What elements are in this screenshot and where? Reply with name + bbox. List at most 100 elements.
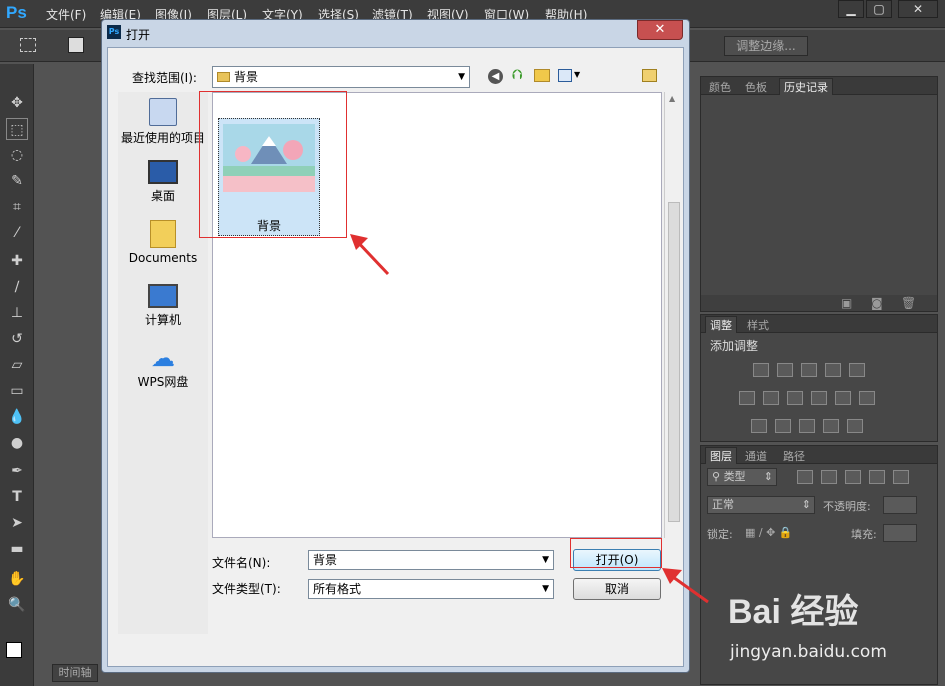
exposure-icon[interactable]	[825, 363, 841, 377]
chevron-down-icon: ⇕	[763, 470, 773, 483]
close-app-button[interactable]: ✕	[898, 0, 938, 18]
color-balance-icon[interactable]	[763, 391, 779, 405]
foreground-color-swatch[interactable]	[6, 642, 22, 658]
chevron-down-icon: ▼	[542, 555, 549, 565]
fill-field[interactable]	[883, 524, 917, 542]
blend-mode-select[interactable]: 正常 ⇕	[707, 496, 815, 514]
cancel-button[interactable]: 取消	[573, 578, 661, 600]
brush-tool-icon[interactable]: ∕	[6, 276, 28, 298]
camera-icon[interactable]: ◙	[871, 296, 883, 310]
marquee-option-icon[interactable]	[20, 38, 36, 52]
filter-adjust-icon[interactable]	[821, 470, 837, 484]
layer-filter-select[interactable]: ⚲ 类型 ⇕	[707, 468, 777, 486]
filetype-label: 文件类型(T):	[212, 582, 281, 596]
blur-tool-icon[interactable]: 💧	[6, 406, 28, 428]
photo-filter-icon[interactable]	[811, 391, 827, 405]
tab-swatches[interactable]: 色板	[745, 79, 767, 95]
filetype-select[interactable]: 所有格式 ▼	[308, 579, 554, 599]
place-documents[interactable]: Documents	[118, 220, 208, 265]
tab-color[interactable]: 颜色	[709, 79, 731, 95]
filename-input[interactable]: 背景 ▼	[308, 550, 554, 570]
vibrance-icon[interactable]	[849, 363, 865, 377]
posterize-icon[interactable]	[775, 419, 791, 433]
dialog-title: 打开	[126, 28, 151, 42]
threshold-icon[interactable]	[799, 419, 815, 433]
channel-mixer-icon[interactable]	[835, 391, 851, 405]
hue-saturation-icon[interactable]	[739, 391, 755, 405]
filter-type-icon[interactable]	[845, 470, 861, 484]
timeline-tab[interactable]: 时间轴	[52, 664, 98, 682]
gradient-map-icon[interactable]	[847, 419, 863, 433]
menu-file[interactable]: 文件(F)	[46, 6, 86, 23]
brightness-icon[interactable]	[753, 363, 769, 377]
stamp-tool-icon[interactable]: ⊥	[6, 302, 28, 324]
new-folder-icon[interactable]	[534, 69, 550, 82]
search-icon: ⚲	[712, 470, 724, 483]
dodge-tool-icon[interactable]: ●	[6, 432, 28, 454]
lookin-select[interactable]: 背景 ▼	[212, 66, 470, 88]
opacity-field[interactable]	[883, 496, 917, 514]
view-menu-icon[interactable]	[558, 69, 572, 82]
eraser-tool-icon[interactable]: ▱	[6, 354, 28, 376]
quick-select-tool-icon[interactable]: ✎	[6, 170, 28, 192]
trash-icon[interactable]: 🗑	[901, 296, 916, 310]
curves-icon[interactable]	[801, 363, 817, 377]
maximize-button[interactable]: ▢	[866, 0, 892, 18]
lock-icons[interactable]: ▦ ∕ ✥ 🔒	[745, 526, 793, 539]
tab-layers[interactable]: 图层	[705, 447, 737, 464]
place-desktop[interactable]: 桌面	[118, 160, 208, 204]
healing-brush-tool-icon[interactable]: ✚	[6, 250, 28, 272]
fill-label: 填充:	[851, 528, 877, 541]
hand-tool-icon[interactable]: ✋	[6, 568, 28, 590]
black-white-icon[interactable]	[787, 391, 803, 405]
history-brush-tool-icon[interactable]: ↺	[6, 328, 28, 350]
color-lookup-icon[interactable]	[859, 391, 875, 405]
highlight-file-box	[199, 91, 347, 238]
type-tool-icon[interactable]: T	[6, 486, 28, 508]
minimize-button[interactable]: ▁	[838, 0, 864, 18]
filter-pixel-icon[interactable]	[797, 470, 813, 484]
photoshop-logo: Ps	[6, 3, 27, 22]
tab-adjustments[interactable]: 调整	[705, 316, 737, 333]
eyedropper-tool-icon[interactable]: ⁄	[6, 222, 28, 244]
tab-channels[interactable]: 通道	[745, 448, 767, 464]
annotation-arrow-icon	[662, 568, 709, 604]
tab-history[interactable]: 历史记录	[779, 78, 833, 95]
place-computer[interactable]: 计算机	[118, 284, 208, 328]
move-tool-icon[interactable]: ✥	[6, 92, 28, 114]
place-wps-cloud[interactable]: ☁ WPS网盘	[118, 346, 208, 390]
tab-paths[interactable]: 路径	[783, 448, 805, 464]
pen-tool-icon[interactable]: ✒	[6, 460, 28, 482]
new-selection-icon[interactable]	[68, 37, 84, 53]
scrollbar-thumb[interactable]	[668, 202, 680, 522]
place-recent[interactable]: 最近使用的项目	[118, 98, 208, 146]
chevron-down-icon[interactable]: ▼	[574, 70, 580, 79]
up-folder-icon[interactable]: ⮉	[512, 67, 528, 83]
chevron-down-icon: ▼	[458, 72, 465, 82]
filter-smart-icon[interactable]	[893, 470, 909, 484]
back-icon[interactable]: ◀	[488, 69, 503, 84]
refine-edge-button[interactable]: 调整边缘...	[724, 36, 808, 56]
favorites-icon[interactable]	[642, 69, 657, 82]
computer-icon	[148, 284, 178, 308]
lasso-tool-icon[interactable]: ◌	[6, 144, 28, 166]
baidu-watermark-logo: Bai 经验	[728, 593, 859, 631]
dialog-close-button[interactable]: ✕	[637, 20, 683, 40]
invert-icon[interactable]	[751, 419, 767, 433]
vertical-scrollbar[interactable]: ▲	[664, 92, 683, 538]
crop-tool-icon[interactable]: ⌗	[6, 196, 28, 218]
desktop-icon	[148, 160, 178, 184]
chevron-down-icon: ⇕	[801, 498, 811, 511]
scroll-up-icon[interactable]: ▲	[669, 94, 675, 103]
zoom-tool-icon[interactable]: 🔍	[6, 594, 28, 616]
gradient-tool-icon[interactable]: ▭	[6, 380, 28, 402]
levels-icon[interactable]	[777, 363, 793, 377]
new-document-icon[interactable]: ▣	[841, 296, 852, 310]
shape-tool-icon[interactable]: ▬	[6, 538, 28, 560]
filter-shape-icon[interactable]	[869, 470, 885, 484]
tab-styles[interactable]: 样式	[747, 317, 769, 333]
marquee-tool-icon[interactable]: ⬚	[6, 118, 28, 140]
path-select-tool-icon[interactable]: ➤	[6, 512, 28, 534]
places-bar: 最近使用的项目 桌面 Documents 计算机 ☁ WPS网盘	[118, 92, 208, 634]
selective-color-icon[interactable]	[823, 419, 839, 433]
